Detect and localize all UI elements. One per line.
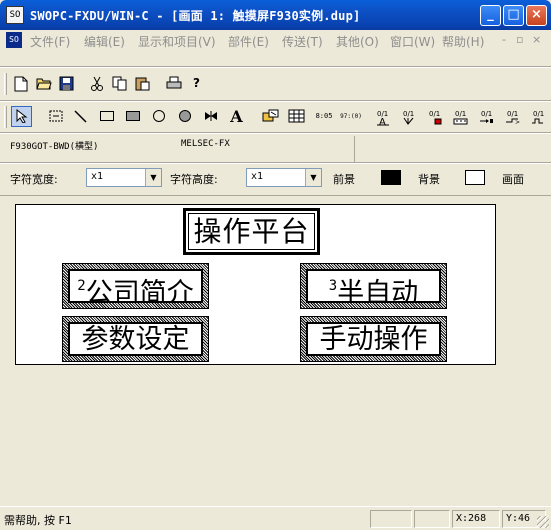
toolbar-grip[interactable] — [4, 73, 7, 95]
copy-icon[interactable] — [109, 73, 130, 94]
got-model-label: F930GOT-BWD(横型) — [10, 142, 99, 152]
char-height-select[interactable]: x1 ▼ — [246, 168, 322, 187]
svg-text:0/1: 0/1 — [507, 110, 518, 118]
menu-bar: SO 文件(F) 编辑(E) 显示和项目(V) 部件(E) 传送(T) 其他(O… — [0, 30, 551, 50]
menu-parts[interactable]: 部件(E) — [228, 33, 269, 50]
menu-other[interactable]: 其他(O) — [336, 33, 379, 50]
svg-text:0/1: 0/1 — [533, 110, 544, 118]
info-divider — [354, 136, 355, 162]
title-bar: SO SWOPC-FXDU/WIN-C - [画面 1: 触摸屏F930实例.d… — [0, 0, 551, 30]
rectangle-icon[interactable] — [96, 106, 117, 127]
chevron-down-icon[interactable]: ▼ — [305, 169, 321, 186]
menu-edit[interactable]: 编辑(E) — [84, 33, 125, 50]
char-width-label: 字符宽度: — [10, 173, 58, 186]
semi-auto-label: 3半自动 — [306, 269, 441, 303]
menu-view-items[interactable]: 显示和项目(V) — [138, 33, 216, 50]
resize-grip[interactable] — [537, 516, 549, 528]
line-icon[interactable] — [70, 106, 91, 127]
device-info-row: F930GOT-BWD(横型) MELSEC-FX — [0, 136, 551, 162]
menu-help[interactable]: 帮助(H) — [442, 33, 484, 50]
new-file-icon[interactable] — [10, 73, 31, 94]
toolbar-separator — [0, 66, 551, 68]
toolbar-grip[interactable] — [4, 106, 7, 128]
background-label: 背景 — [418, 173, 440, 186]
char-width-select[interactable]: x1 ▼ — [86, 168, 162, 187]
minimize-button[interactable]: _ — [480, 5, 501, 26]
background-color-button[interactable] — [465, 170, 485, 185]
app-icon[interactable]: SO — [6, 6, 24, 24]
manual-operation-label: 手动操作 — [306, 322, 441, 356]
manual-operation-button[interactable]: 手动操作 — [300, 316, 447, 362]
save-icon[interactable] — [56, 73, 77, 94]
set-output-icon[interactable]: 0/1 — [476, 106, 497, 127]
cursor-x: X:268 — [456, 513, 487, 524]
filled-circle-icon[interactable] — [174, 106, 195, 127]
char-width-value: x1 — [91, 171, 104, 182]
filled-rectangle-icon[interactable] — [122, 106, 143, 127]
lamp-icon[interactable]: 0/1 — [424, 106, 445, 127]
text-icon[interactable]: A — [226, 106, 247, 127]
svg-text:0/1: 0/1 — [455, 110, 466, 118]
help-icon[interactable]: ? — [186, 73, 207, 94]
menu-file[interactable]: 文件(F) — [30, 33, 70, 50]
close-button[interactable]: × — [526, 5, 547, 26]
company-intro-label: 2公司简介 — [68, 269, 203, 303]
circle-icon[interactable] — [148, 106, 169, 127]
screen-title-text[interactable]: 操作平台 — [183, 208, 320, 255]
bowtie-icon[interactable] — [200, 106, 221, 127]
char-height-label: 字符高度: — [170, 173, 218, 186]
status-cell — [414, 510, 450, 528]
parameter-settings-label: 参数设定 — [68, 322, 203, 356]
toolbar-separator — [0, 132, 551, 134]
status-bar: 需帮助, 按 F1 X:268 Y:46 — [0, 506, 551, 530]
svg-text:0/1: 0/1 — [429, 110, 440, 118]
document-icon[interactable]: SO — [6, 32, 22, 48]
menu-window[interactable]: 窗口(W) — [390, 33, 435, 50]
toolbar-separator — [0, 162, 551, 164]
alternate-icon[interactable]: 0/1 — [528, 106, 549, 127]
plc-type-label: MELSEC-FX — [181, 139, 230, 149]
image-icon[interactable] — [260, 106, 281, 127]
chevron-down-icon[interactable]: ▼ — [145, 169, 161, 186]
table-icon[interactable] — [286, 106, 307, 127]
mdi-minimize-button[interactable]: - — [502, 33, 506, 46]
menu-transfer[interactable]: 传送(T) — [282, 33, 323, 50]
svg-text:0/1: 0/1 — [403, 110, 414, 118]
reset-output-icon[interactable]: 0/1 > — [502, 106, 523, 127]
open-folder-icon[interactable] — [33, 73, 54, 94]
semi-auto-button[interactable]: 3半自动 — [300, 263, 447, 309]
foreground-color-button[interactable] — [381, 170, 401, 185]
alpha-touch-icon[interactable]: 0/1 A — [372, 106, 393, 127]
ascii-display-icon[interactable]: 97:(0) — [338, 106, 364, 127]
svg-text:0/1: 0/1 — [481, 110, 492, 118]
mdi-close-button[interactable]: × — [532, 33, 541, 46]
foreground-label: 前景 — [333, 173, 355, 186]
select-arrow-icon[interactable] — [11, 106, 32, 127]
help-hint: 需帮助, 按 F1 — [4, 514, 72, 527]
numeric-display-icon[interactable]: 8:05 — [312, 106, 336, 127]
bar-graph-icon[interactable]: 0/1 — [450, 106, 471, 127]
touch-key-icon[interactable]: 0/1 — [398, 106, 419, 127]
cursor-y: Y:46 — [506, 513, 531, 524]
dotted-rect-icon[interactable] — [45, 106, 66, 127]
status-cell — [370, 510, 412, 528]
print-icon[interactable] — [163, 73, 184, 94]
company-intro-button[interactable]: 2公司简介 — [62, 263, 209, 309]
char-height-value: x1 — [251, 171, 264, 182]
mdi-restore-button[interactable]: ▫ — [516, 33, 523, 46]
paste-icon[interactable] — [132, 73, 153, 94]
screen-label[interactable]: 画面 — [502, 171, 524, 187]
maximize-button[interactable]: □ — [503, 5, 524, 26]
svg-text:>: > — [515, 119, 520, 126]
parameter-settings-button[interactable]: 参数设定 — [62, 316, 209, 362]
cut-icon[interactable] — [86, 73, 107, 94]
toolbar-separator — [0, 100, 551, 102]
window-title: SWOPC-FXDU/WIN-C - [画面 1: 触摸屏F930实例.dup] — [30, 9, 361, 23]
